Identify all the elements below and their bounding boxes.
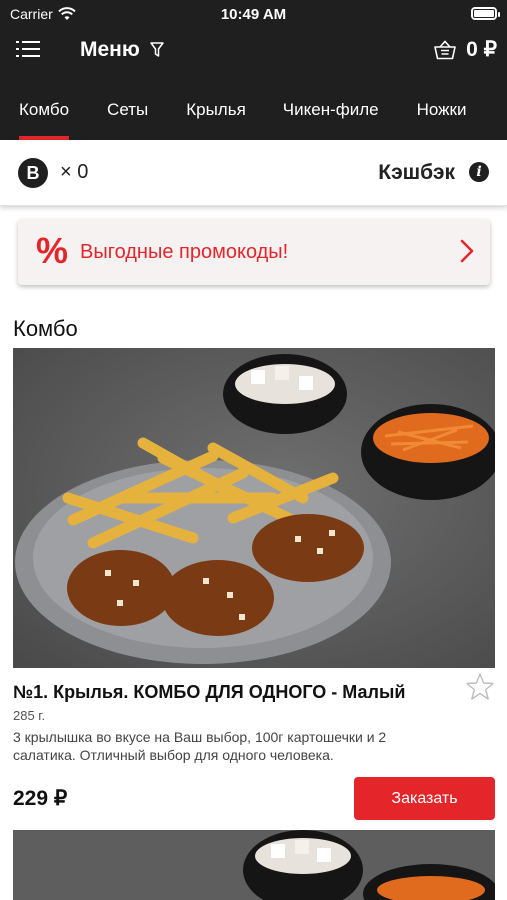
product-image[interactable] (13, 830, 495, 900)
percent-icon: % (36, 230, 69, 271)
combo-food-photo (13, 830, 495, 900)
menu-title[interactable]: Меню (80, 38, 164, 62)
page-title: Меню (80, 38, 140, 61)
status-time: 10:49 AM (220, 6, 287, 23)
product-weight: 285 г. (13, 708, 46, 723)
bonus-bar: B × 0 Кэшбэк i (0, 140, 507, 206)
tab-chicken-fillet[interactable]: Чикен-филе (283, 86, 379, 140)
status-bar: Carrier 10:49 AM (0, 0, 507, 28)
tab-combo[interactable]: Комбо (19, 86, 70, 140)
tab-legs[interactable]: Ножки (417, 86, 467, 140)
cart-total: 0 ₽ (466, 38, 497, 61)
product-title[interactable]: №1. Крылья. КОМБО ДЛЯ ОДНОГО - Малый (13, 682, 405, 703)
product-description: 3 крылышка во вкусе на Ваш выбор, 100г к… (13, 729, 387, 763)
basket-icon (434, 39, 456, 59)
star-icon[interactable] (465, 672, 495, 702)
order-button[interactable]: Заказать (354, 777, 495, 820)
bonus-count: × 0 (60, 161, 89, 183)
cashback-label[interactable]: Кэшбэк (378, 161, 455, 185)
cart-button[interactable]: 0 ₽ (434, 37, 497, 62)
bonus-coin-icon: B (18, 158, 48, 188)
promo-label: Выгодные промокоды! (80, 241, 289, 263)
top-bar: Carrier 10:49 AM Меню 0 ₽ Комбо Сеты Кры… (0, 0, 507, 140)
chevron-right-icon (460, 239, 474, 263)
nav-bar: Меню 0 ₽ (0, 28, 507, 72)
filter-icon[interactable] (150, 42, 164, 58)
battery-icon (471, 7, 500, 20)
category-tabs: Комбо Сеты Крылья Чикен-филе Ножки (0, 86, 507, 140)
info-icon[interactable]: i (469, 162, 489, 182)
tab-wings[interactable]: Крылья (186, 86, 246, 140)
section-title: Комбо (13, 316, 78, 341)
combo-food-photo (13, 348, 495, 668)
menu-list-icon[interactable] (16, 38, 40, 60)
product-price: 229 ₽ (13, 787, 68, 810)
product-image[interactable] (13, 348, 495, 668)
promo-codes-banner[interactable]: % Выгодные промокоды! (18, 219, 490, 285)
tab-sets[interactable]: Сеты (107, 86, 148, 140)
